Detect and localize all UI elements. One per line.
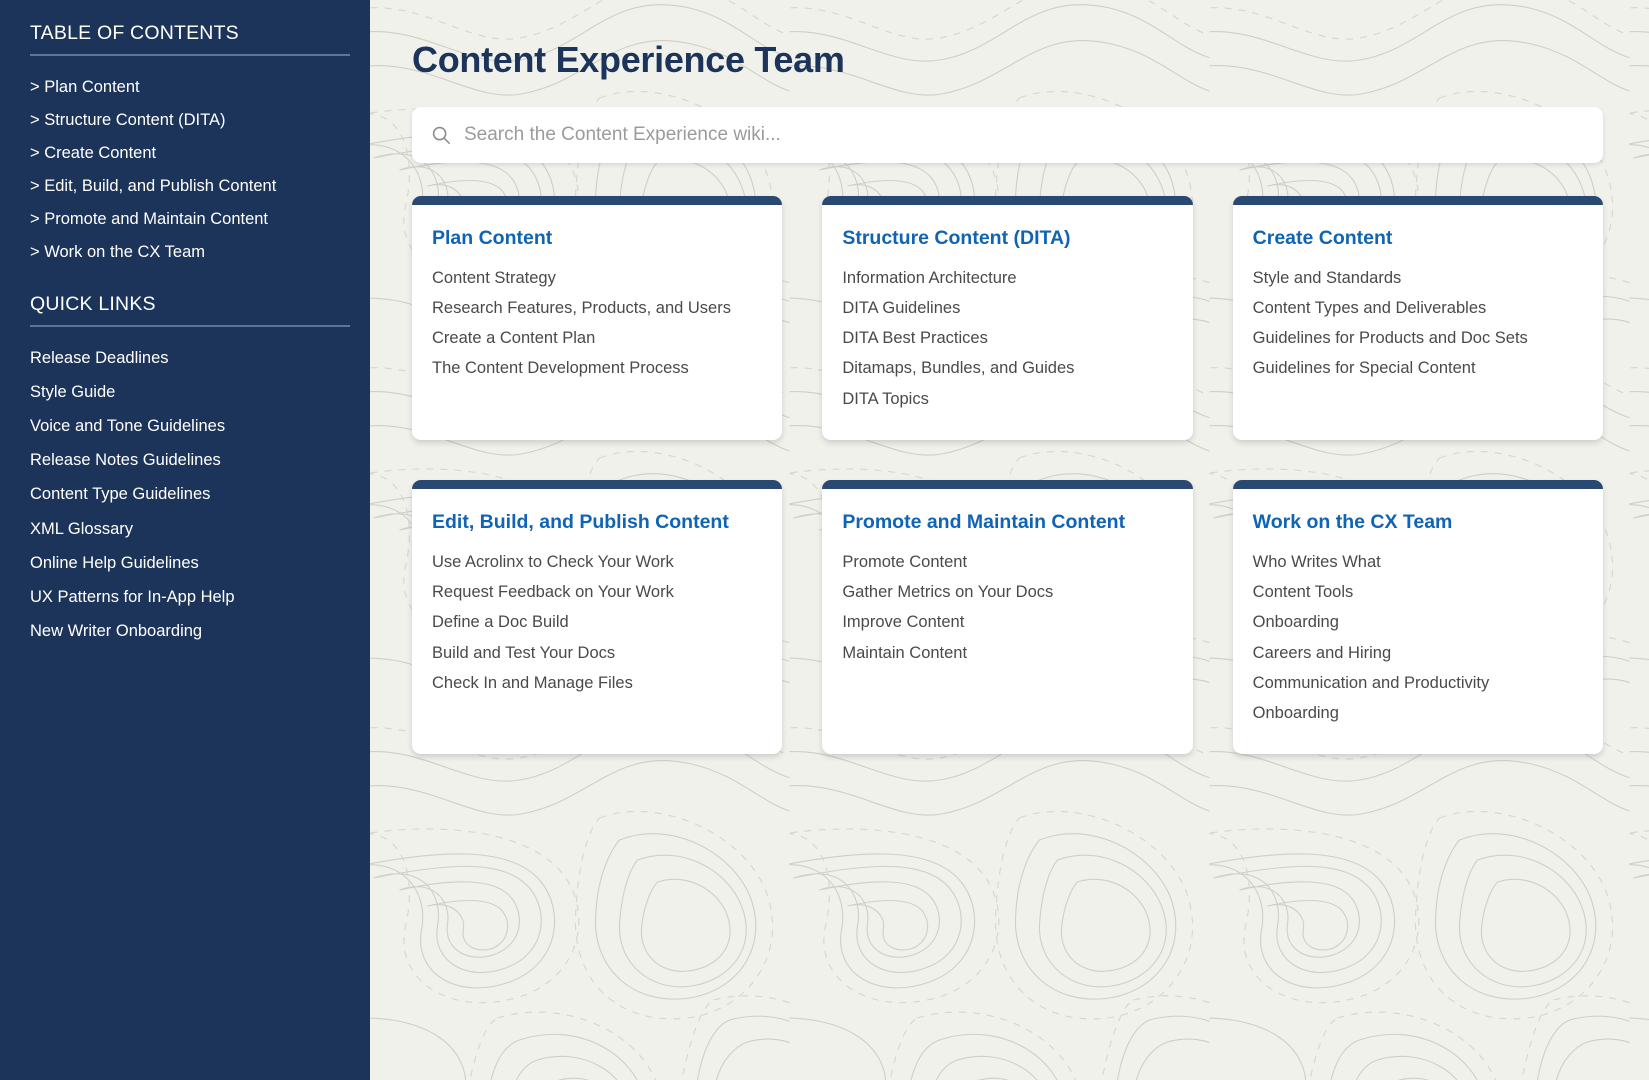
quick-link-style-guide[interactable]: Style Guide — [30, 375, 340, 409]
table-of-contents-title: TABLE OF CONTENTS — [30, 22, 239, 44]
card-link[interactable]: Content Types and Deliverables — [1253, 293, 1583, 323]
card-title[interactable]: Work on the CX Team — [1253, 511, 1583, 533]
card-link[interactable]: Create a Content Plan — [432, 323, 762, 353]
card-link[interactable]: Communication and Productivity — [1253, 668, 1583, 698]
card-link[interactable]: Build and Test Your Docs — [432, 638, 762, 668]
quick-links-list: Release Deadlines Style Guide Voice and … — [30, 341, 340, 648]
sidebar-item-work-cx-team[interactable]: > Work on the CX Team — [30, 236, 340, 269]
card-link[interactable]: Style and Standards — [1253, 263, 1583, 293]
card-link[interactable]: Request Feedback on Your Work — [432, 577, 762, 607]
page-title: Content Experience Team — [412, 39, 845, 80]
sidebar-item-edit-build-publish[interactable]: > Edit, Build, and Publish Content — [30, 169, 340, 202]
card-link[interactable]: DITA Topics — [842, 384, 1172, 414]
card-body: Plan Content Content Strategy Research F… — [412, 205, 782, 410]
sidebar: TABLE OF CONTENTS > Plan Content > Struc… — [0, 0, 370, 1080]
card-body: Work on the CX Team Who Writes What Cont… — [1233, 489, 1603, 754]
sidebar-item-plan-content[interactable]: > Plan Content — [30, 70, 340, 103]
card-work-on-cx-team[interactable]: Work on the CX Team Who Writes What Cont… — [1232, 479, 1603, 754]
card-title[interactable]: Create Content — [1253, 227, 1583, 249]
card-link[interactable]: Who Writes What — [1253, 547, 1583, 577]
card-link[interactable]: Content Strategy — [432, 263, 762, 293]
card-link[interactable]: Information Architecture — [842, 263, 1172, 293]
card-accent-bar — [412, 479, 783, 489]
card-accent-bar — [412, 195, 783, 205]
search-bar[interactable] — [412, 106, 1603, 163]
main-inner: Content Experience Team Plan Content Con… — [370, 0, 1649, 754]
quick-link-online-help-guidelines[interactable]: Online Help Guidelines — [30, 546, 340, 580]
quick-link-ux-patterns-in-app-help[interactable]: UX Patterns for In-App Help — [30, 580, 340, 614]
card-title[interactable]: Structure Content (DITA) — [842, 227, 1172, 249]
search-icon — [432, 126, 451, 144]
quick-link-voice-tone-guidelines[interactable]: Voice and Tone Guidelines — [30, 409, 340, 443]
card-link[interactable]: DITA Best Practices — [842, 323, 1172, 353]
card-plan-content[interactable]: Plan Content Content Strategy Research F… — [412, 195, 783, 440]
quick-link-content-type-guidelines[interactable]: Content Type Guidelines — [30, 477, 340, 511]
search-input[interactable] — [464, 123, 1585, 146]
quick-links-section: QUICK LINKS Release Deadlines Style Guid… — [30, 292, 350, 648]
card-structure-content-dita[interactable]: Structure Content (DITA) Information Arc… — [822, 195, 1193, 440]
card-body: Structure Content (DITA) Information Arc… — [822, 205, 1192, 440]
toc-list: > Plan Content > Structure Content (DITA… — [30, 70, 340, 269]
card-link[interactable]: Define a Doc Build — [432, 607, 762, 637]
card-link[interactable]: Maintain Content — [842, 638, 1172, 668]
card-accent-bar — [1232, 479, 1603, 489]
card-link[interactable]: Gather Metrics on Your Docs — [842, 577, 1172, 607]
card-link[interactable]: Promote Content — [842, 547, 1172, 577]
quick-link-release-notes-guidelines[interactable]: Release Notes Guidelines — [30, 443, 340, 477]
quick-link-release-deadlines[interactable]: Release Deadlines — [30, 341, 340, 375]
toc-divider — [30, 54, 350, 56]
card-accent-bar — [1232, 195, 1603, 205]
quick-links-divider — [30, 324, 350, 327]
quick-link-new-writer-onboarding[interactable]: New Writer Onboarding — [30, 614, 340, 648]
card-accent-bar — [822, 479, 1193, 489]
main-content: Content Experience Team Plan Content Con… — [370, 0, 1649, 1080]
card-body: Promote and Maintain Content Promote Con… — [822, 489, 1192, 694]
card-accent-bar — [822, 195, 1193, 205]
card-edit-build-publish-content[interactable]: Edit, Build, and Publish Content Use Acr… — [412, 479, 783, 754]
card-link[interactable]: Onboarding — [1253, 698, 1583, 728]
card-create-content[interactable]: Create Content Style and Standards Conte… — [1232, 195, 1603, 440]
table-of-contents-section: TABLE OF CONTENTS > Plan Content > Struc… — [30, 22, 350, 269]
card-link[interactable]: DITA Guidelines — [842, 293, 1172, 323]
card-body: Create Content Style and Standards Conte… — [1233, 205, 1603, 410]
card-title[interactable]: Plan Content — [432, 227, 762, 249]
card-link[interactable]: Check In and Manage Files — [432, 668, 762, 698]
card-link[interactable]: Guidelines for Special Content — [1253, 353, 1583, 383]
card-link[interactable]: The Content Development Process — [432, 353, 762, 383]
card-grid: Plan Content Content Strategy Research F… — [412, 195, 1603, 754]
card-link[interactable]: Research Features, Products, and Users — [432, 293, 762, 323]
card-body: Edit, Build, and Publish Content Use Acr… — [412, 489, 782, 724]
quick-links-title: QUICK LINKS — [30, 292, 156, 315]
card-title[interactable]: Promote and Maintain Content — [842, 511, 1172, 533]
sidebar-item-create-content[interactable]: > Create Content — [30, 136, 340, 169]
card-link[interactable]: Careers and Hiring — [1253, 638, 1583, 668]
card-link[interactable]: Improve Content — [842, 607, 1172, 637]
app-root: TABLE OF CONTENTS > Plan Content > Struc… — [0, 0, 1649, 1080]
card-link[interactable]: Ditamaps, Bundles, and Guides — [842, 353, 1172, 383]
card-title[interactable]: Edit, Build, and Publish Content — [432, 511, 762, 533]
quick-link-xml-glossary[interactable]: XML Glossary — [30, 512, 340, 546]
sidebar-item-structure-content[interactable]: > Structure Content (DITA) — [30, 103, 340, 136]
card-link[interactable]: Use Acrolinx to Check Your Work — [432, 547, 762, 577]
card-promote-maintain-content[interactable]: Promote and Maintain Content Promote Con… — [822, 479, 1193, 754]
card-link[interactable]: Content Tools — [1253, 577, 1583, 607]
card-link[interactable]: Onboarding — [1253, 607, 1583, 637]
card-link[interactable]: Guidelines for Products and Doc Sets — [1253, 323, 1583, 353]
sidebar-item-promote-maintain[interactable]: > Promote and Maintain Content — [30, 203, 340, 236]
